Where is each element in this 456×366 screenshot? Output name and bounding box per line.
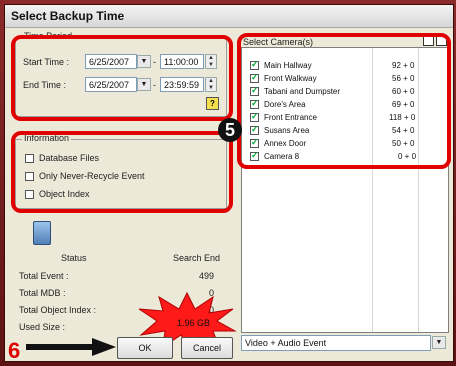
ok-button[interactable]: OK	[117, 337, 173, 359]
backup-dialog: Select Backup Time Time Period Start Tim…	[4, 4, 454, 362]
total-event-value: 499	[199, 271, 215, 281]
used-size-label: Used Size :	[19, 322, 66, 332]
database-icon	[33, 221, 51, 245]
title-bar: Select Backup Time	[5, 5, 453, 28]
highlight-cameras	[237, 33, 451, 169]
total-mdb-label: Total MDB :	[19, 288, 66, 298]
search-end-label: Search End	[173, 253, 221, 263]
window-title: Select Backup Time	[11, 9, 125, 23]
annotation-6: 6	[8, 338, 21, 363]
highlight-information	[11, 131, 233, 213]
status-label: Status	[61, 253, 87, 263]
annotation-5: 5	[218, 118, 242, 142]
cancel-button[interactable]: Cancel	[181, 337, 233, 359]
arrow-icon	[26, 338, 116, 356]
highlight-time-period	[11, 35, 233, 121]
event-filter-dropdown-icon[interactable]: ▼	[432, 336, 446, 349]
total-object-index-label: Total Object Index :	[19, 305, 97, 315]
event-filter-select[interactable]: Video + Audio Event	[241, 335, 431, 351]
screenshot-frame: Select Backup Time Time Period Start Tim…	[0, 0, 456, 366]
used-size-value: 1.96 GB	[177, 318, 211, 328]
total-event-label: Total Event :	[19, 271, 69, 281]
